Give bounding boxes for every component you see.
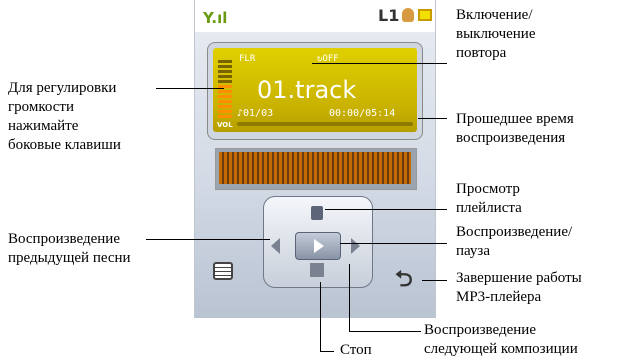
callout-line-exit xyxy=(422,280,447,281)
phone-screen: Y.ıl L1 VOL FLR ↻OFF 01.track ♪01/03 00:… xyxy=(194,0,436,318)
callout-line-time xyxy=(418,118,447,119)
callout-line-next-v xyxy=(349,264,350,332)
volume-label: VOL xyxy=(217,121,233,129)
label-stop: Стоп xyxy=(340,342,372,358)
signal-icon: Y.ıl xyxy=(203,9,228,27)
lcd-display: VOL FLR ↻OFF 01.track ♪01/03 00:00/05:14 xyxy=(213,48,417,132)
track-title: 01.track xyxy=(257,76,357,104)
menu-list-icon[interactable] xyxy=(213,262,233,280)
elapsed-time: 00:00/05:14 xyxy=(329,108,396,119)
callout-line-previous xyxy=(146,239,270,240)
format-label: FLR xyxy=(239,54,256,64)
back-icon[interactable]: ⮌ xyxy=(395,262,413,300)
previous-icon[interactable] xyxy=(271,238,280,254)
stop-icon[interactable] xyxy=(310,263,324,277)
label-volume: Для регулировки громкости нажимайте боко… xyxy=(8,80,121,153)
label-playlist: Просмотр плейлиста xyxy=(456,181,522,216)
label-play-pause: Воспроизведение/ пауза xyxy=(456,224,573,259)
profile-icon xyxy=(402,8,414,22)
callout-line-volume xyxy=(156,88,224,89)
label-next-track: Воспроизведение следующей композиции xyxy=(424,322,578,357)
track-number: ♪01/03 xyxy=(237,108,274,119)
label-previous-song: Воспроизведение предыдущей песни xyxy=(8,231,131,266)
play-icon xyxy=(314,239,324,253)
callout-line-playlist xyxy=(325,209,447,210)
callout-line-repeat xyxy=(312,63,447,64)
equalizer-display xyxy=(219,152,411,184)
play-pause-button[interactable] xyxy=(295,232,341,260)
line-indicator: L1 xyxy=(378,6,400,25)
status-bar: Y.ıl L1 xyxy=(195,0,435,32)
callout-line-stop-h xyxy=(320,351,334,352)
playlist-icon[interactable] xyxy=(311,206,323,220)
label-elapsed-time: Прошедшее время воспроизведения xyxy=(456,111,574,146)
callout-line-play xyxy=(340,243,447,244)
callout-line-stop-v xyxy=(320,282,321,352)
callout-line-next-h xyxy=(349,331,421,332)
label-repeat-toggle: Включение/ выключение повтора xyxy=(456,7,536,61)
next-icon[interactable] xyxy=(351,238,360,254)
battery-icon xyxy=(418,9,432,21)
label-exit-player: Завершение работы MP3-плейера xyxy=(456,270,582,305)
volume-meter xyxy=(218,60,232,120)
progress-bar xyxy=(237,122,413,126)
